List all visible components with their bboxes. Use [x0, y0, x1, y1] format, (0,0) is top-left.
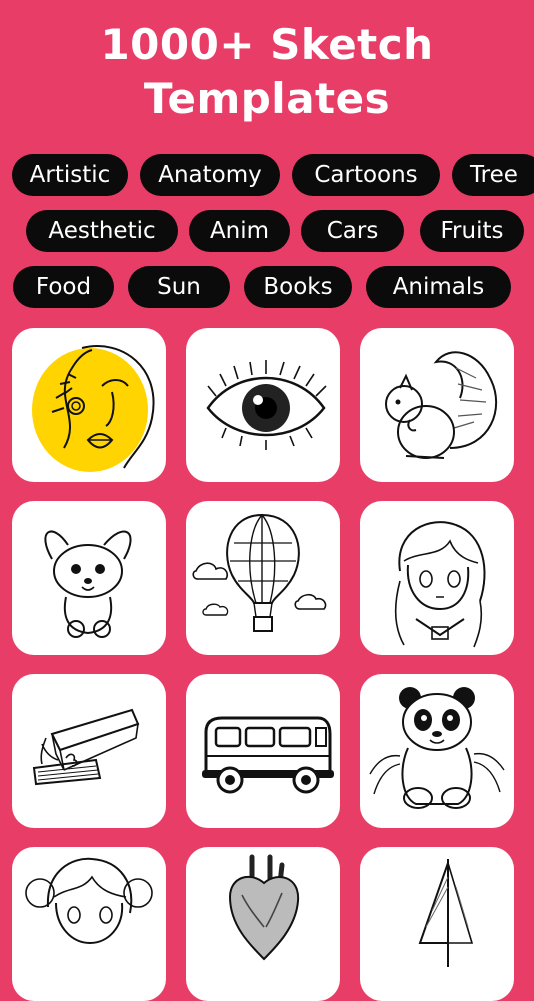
panda-sketch-icon — [369, 687, 505, 809]
book-sketch-icon — [32, 708, 140, 786]
title-line-1: 1000+ Sketch — [100, 20, 434, 69]
eye-sketch-icon — [206, 360, 327, 450]
anime-girl-portrait-icon — [25, 857, 153, 945]
category-chip-fruits[interactable]: Fruits — [420, 210, 524, 252]
template-card-sailboat[interactable] — [360, 847, 514, 1001]
template-card-book[interactable] — [12, 674, 166, 828]
bunny-cartoon-icon — [44, 530, 132, 638]
template-card-squirrel[interactable] — [360, 328, 514, 482]
category-chip-aesthetic[interactable]: Aesthetic — [26, 210, 178, 252]
template-card-anime-girl[interactable] — [360, 501, 514, 655]
anime-girl-icon — [394, 521, 486, 648]
template-card-heart-anatomy[interactable] — [186, 847, 340, 1001]
category-chip-cars[interactable]: Cars — [301, 210, 404, 252]
category-chip-books[interactable]: Books — [244, 266, 352, 308]
category-chip-anim[interactable]: Anim — [189, 210, 290, 252]
sailboat-sketch-icon — [418, 859, 474, 967]
van-sketch-icon — [202, 716, 334, 794]
heart-anatomy-icon — [228, 854, 300, 961]
template-card-eye[interactable] — [186, 328, 340, 482]
category-chip-anatomy[interactable]: Anatomy — [140, 154, 280, 196]
template-card-face-line-art[interactable] — [12, 328, 166, 482]
category-chip-animals[interactable]: Animals — [366, 266, 511, 308]
category-chip-sun[interactable]: Sun — [128, 266, 230, 308]
category-chip-food[interactable]: Food — [13, 266, 114, 308]
template-card-hot-air-balloon[interactable] — [186, 501, 340, 655]
squirrel-sketch-icon — [385, 351, 498, 459]
category-chip-cartoons[interactable]: Cartoons — [292, 154, 440, 196]
category-chip-tree[interactable]: Tree — [452, 154, 534, 196]
hot-air-balloon-icon — [192, 513, 327, 632]
template-card-bunny[interactable] — [12, 501, 166, 655]
page-title: 1000+ Sketch Templates — [0, 18, 534, 126]
template-card-van[interactable] — [186, 674, 340, 828]
template-card-panda[interactable] — [360, 674, 514, 828]
line-art-face-icon — [32, 345, 155, 472]
template-card-anime-girl-portrait[interactable] — [12, 847, 166, 1001]
category-chip-artistic[interactable]: Artistic — [12, 154, 128, 196]
title-line-2: Templates — [143, 74, 391, 123]
